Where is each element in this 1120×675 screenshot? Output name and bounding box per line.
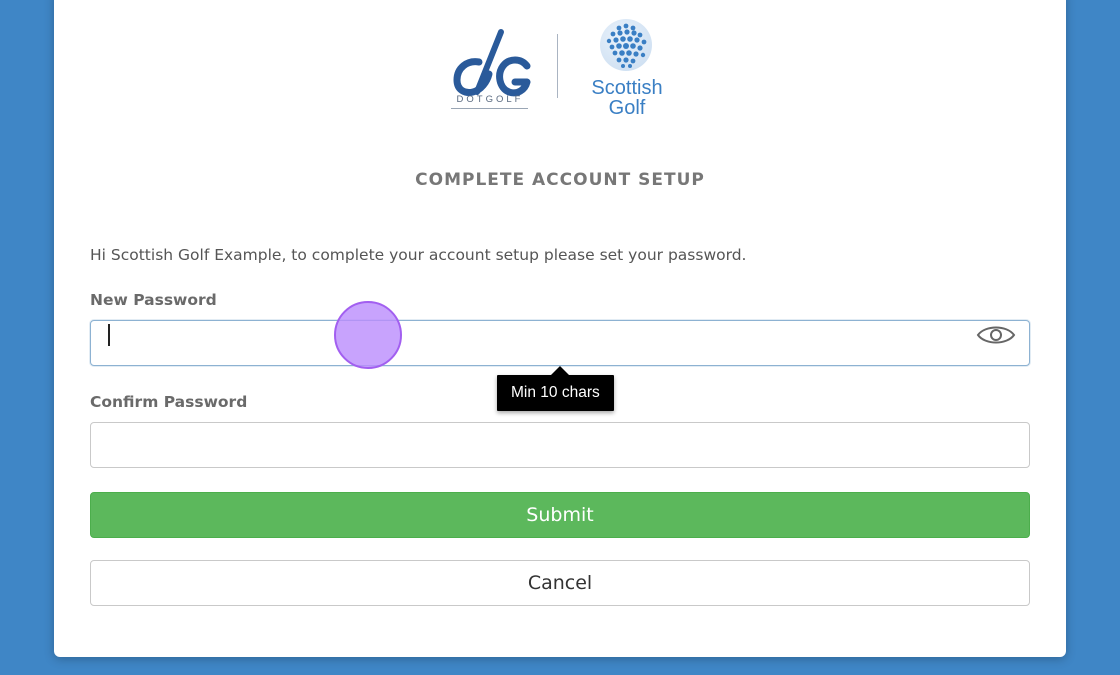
confirm-password-label: Confirm Password xyxy=(90,393,248,411)
tooltip-arrow xyxy=(551,366,569,375)
eye-icon[interactable] xyxy=(976,322,1016,348)
scottish-golf-line1: Scottish xyxy=(591,77,663,99)
text-caret xyxy=(108,324,110,346)
confirm-password-input[interactable] xyxy=(90,422,1030,468)
new-password-input[interactable] xyxy=(90,320,1030,366)
intro-text: Hi Scottish Golf Example, to complete yo… xyxy=(90,246,747,264)
scottish-golf-ball-icon xyxy=(600,19,652,71)
logo-row: DOTGOLF Scottish Golf xyxy=(449,19,689,133)
new-password-label: New Password xyxy=(90,291,217,309)
scottish-golf-line2: Golf xyxy=(608,97,646,119)
dotgolf-wordmark: DOTGOLF xyxy=(456,94,524,105)
submit-button[interactable]: Submit xyxy=(90,492,1030,538)
scottish-golf-wordmark: Scottish Golf xyxy=(577,78,677,118)
logo-divider xyxy=(557,34,558,98)
password-hint-tooltip: Min 10 chars xyxy=(497,375,614,411)
dotgolf-underline xyxy=(451,108,528,109)
page-title: COMPLETE ACCOUNT SETUP xyxy=(415,170,705,190)
cancel-button[interactable]: Cancel xyxy=(90,560,1030,606)
account-setup-card: DOTGOLF Scottish Golf COMPLETE ACCOUNT S… xyxy=(54,0,1066,657)
